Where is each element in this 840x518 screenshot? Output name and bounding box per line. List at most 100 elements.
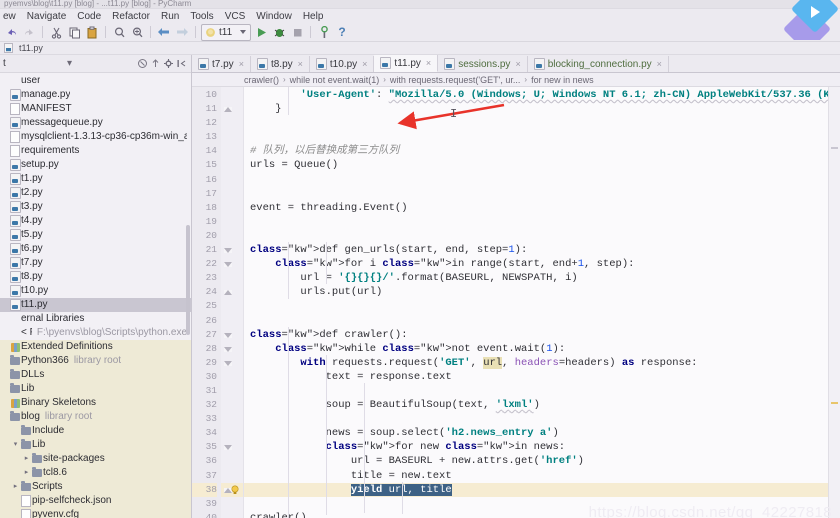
- tree-item[interactable]: Lib: [0, 382, 191, 396]
- search-replace-icon[interactable]: [129, 24, 145, 40]
- editor-tab[interactable]: t11.py ×: [374, 55, 439, 72]
- code-line[interactable]: # 队列，以后替换成第三方队列: [244, 144, 840, 158]
- tree-item[interactable]: ernal Libraries: [0, 312, 191, 326]
- breadcrumb-segment[interactable]: crawler(): [244, 75, 279, 85]
- tree-item[interactable]: Python366 library root: [0, 354, 191, 368]
- code-line[interactable]: [244, 116, 840, 130]
- close-icon[interactable]: ×: [239, 59, 244, 69]
- gutter-marker-row[interactable]: [221, 511, 243, 518]
- code-line[interactable]: title = new.text: [244, 469, 840, 483]
- tree-item[interactable]: t8.py: [0, 270, 191, 284]
- gutter-marker-row[interactable]: [221, 299, 243, 313]
- scroll-from-source-icon[interactable]: [149, 57, 162, 70]
- code-line[interactable]: with requests.request('GET', url, header…: [244, 356, 840, 370]
- code-fold-icon[interactable]: [224, 290, 232, 296]
- code-line[interactable]: event = threading.Event(): [244, 201, 840, 215]
- stop-button[interactable]: [289, 24, 305, 40]
- gutter-marker-row[interactable]: [221, 271, 243, 285]
- code-fold-icon[interactable]: [224, 262, 232, 268]
- coverage-icon[interactable]: [316, 24, 332, 40]
- search-icon[interactable]: [111, 24, 127, 40]
- close-icon[interactable]: ×: [362, 59, 367, 69]
- gutter-marker-row[interactable]: [221, 285, 243, 299]
- tree-item[interactable]: t4.py: [0, 214, 191, 228]
- gutter-marker-row[interactable]: [221, 201, 243, 215]
- run-configuration-selector[interactable]: t11: [201, 23, 251, 41]
- redo-icon[interactable]: [21, 24, 37, 40]
- code-line[interactable]: news = soup.select('h2.news_entry a'): [244, 426, 840, 440]
- code-line[interactable]: class="kw">while class="kw">not event.wa…: [244, 342, 840, 356]
- code-line[interactable]: class="kw">for new class="kw">in news:: [244, 440, 840, 454]
- chevron-right-icon[interactable]: ▸: [22, 452, 31, 466]
- code-line[interactable]: [244, 299, 840, 313]
- gutter-marker-row[interactable]: [221, 426, 243, 440]
- code-line[interactable]: [244, 187, 840, 201]
- gutter-marker-row[interactable]: [221, 342, 243, 356]
- editor-tab[interactable]: t7.py ×: [192, 56, 251, 72]
- code-fold-icon[interactable]: [224, 107, 232, 113]
- gutter-marker-row[interactable]: [221, 215, 243, 229]
- menu-item-view[interactable]: ew: [2, 11, 17, 22]
- gutter-marker-row[interactable]: [221, 158, 243, 172]
- tree-item[interactable]: < Python 3.6 (blog) F:\pyenvs\blog\Script…: [0, 326, 191, 340]
- code-line[interactable]: 'User-Agent': "Mozilla/5.0 (Windows; U; …: [244, 88, 840, 102]
- close-icon[interactable]: ×: [426, 58, 431, 68]
- code-line[interactable]: url = BASEURL + new.attrs.get('href'): [244, 454, 840, 468]
- gutter-marker-row[interactable]: [221, 398, 243, 412]
- breadcrumb-segment[interactable]: while not event.wait(1): [290, 75, 380, 85]
- gutter-marker-row[interactable]: [221, 469, 243, 483]
- menu-item-navigate[interactable]: Navigate: [26, 11, 67, 22]
- tree-item[interactable]: DLLs: [0, 368, 191, 382]
- fold-marker-gutter[interactable]: [221, 87, 244, 518]
- gutter-marker-row[interactable]: [221, 243, 243, 257]
- gutter-marker-row[interactable]: [221, 88, 243, 102]
- close-icon[interactable]: ×: [298, 59, 303, 69]
- tree-item[interactable]: ▸ site-packages: [0, 452, 191, 466]
- copy-icon[interactable]: [66, 24, 82, 40]
- tree-item[interactable]: ▾ Lib: [0, 438, 191, 452]
- help-icon[interactable]: ?: [334, 24, 350, 40]
- code-fold-icon[interactable]: [224, 360, 232, 366]
- chevron-down-icon[interactable]: ▾: [63, 57, 76, 70]
- code-fold-icon[interactable]: [224, 248, 232, 254]
- cut-icon[interactable]: [48, 24, 64, 40]
- tree-item[interactable]: MANIFEST: [0, 102, 191, 116]
- editor-tab[interactable]: blocking_connection.py ×: [528, 56, 669, 72]
- tree-item[interactable]: t3.py: [0, 200, 191, 214]
- code-line[interactable]: [244, 412, 840, 426]
- tree-item[interactable]: pyvenv.cfg: [0, 508, 191, 518]
- tree-item[interactable]: ▸ tcl8.6: [0, 466, 191, 480]
- editor-tab[interactable]: t8.py ×: [251, 56, 310, 72]
- gutter-marker-row[interactable]: [221, 384, 243, 398]
- code-line[interactable]: [244, 130, 840, 144]
- code-line[interactable]: url = '{}{}{}/'.format(BASEURL, NEWSPATH…: [244, 271, 840, 285]
- close-icon[interactable]: ×: [515, 59, 520, 69]
- gutter-marker-row[interactable]: [221, 328, 243, 342]
- gutter-marker-row[interactable]: [221, 482, 243, 497]
- intention-bulb-icon[interactable]: [231, 485, 239, 495]
- gutter-marker-row[interactable]: [221, 229, 243, 243]
- gutter-marker-row[interactable]: [221, 102, 243, 116]
- editor-tab-bar[interactable]: t7.py × t8.py × t10.py × t11.py × sessions.py × bl…: [192, 55, 840, 73]
- editor-tab[interactable]: t10.py ×: [310, 56, 375, 72]
- hide-panel-icon[interactable]: [175, 57, 188, 70]
- gutter-marker-row[interactable]: [221, 412, 243, 426]
- tree-item[interactable]: Binary Skeletons: [0, 396, 191, 410]
- tree-item[interactable]: t1.py: [0, 172, 191, 186]
- gutter-marker-row[interactable]: [221, 144, 243, 158]
- code-line[interactable]: [244, 229, 840, 243]
- code-line[interactable]: [244, 215, 840, 229]
- breadcrumb-segment[interactable]: for new in news: [531, 75, 594, 85]
- menu-item-tools[interactable]: Tools: [189, 11, 214, 22]
- debug-button[interactable]: [271, 24, 287, 40]
- tree-item[interactable]: t5.py: [0, 228, 191, 242]
- project-tree[interactable]: user manage.py MANIFEST messagequeue.py mysq…: [0, 73, 191, 518]
- tree-item[interactable]: Extended Definitions: [0, 340, 191, 354]
- code-line[interactable]: urls.put(url): [244, 285, 840, 299]
- gutter-marker-row[interactable]: [221, 440, 243, 454]
- close-icon[interactable]: ×: [657, 59, 662, 69]
- gutter-marker-row[interactable]: [221, 454, 243, 468]
- menu-item-run[interactable]: Run: [160, 11, 180, 22]
- code-line[interactable]: [244, 384, 840, 398]
- code-editor[interactable]: 10 11 12 13 14 15 16 17 18 19 20 21 22 23 24 25 26 27 28 29…: [192, 87, 840, 518]
